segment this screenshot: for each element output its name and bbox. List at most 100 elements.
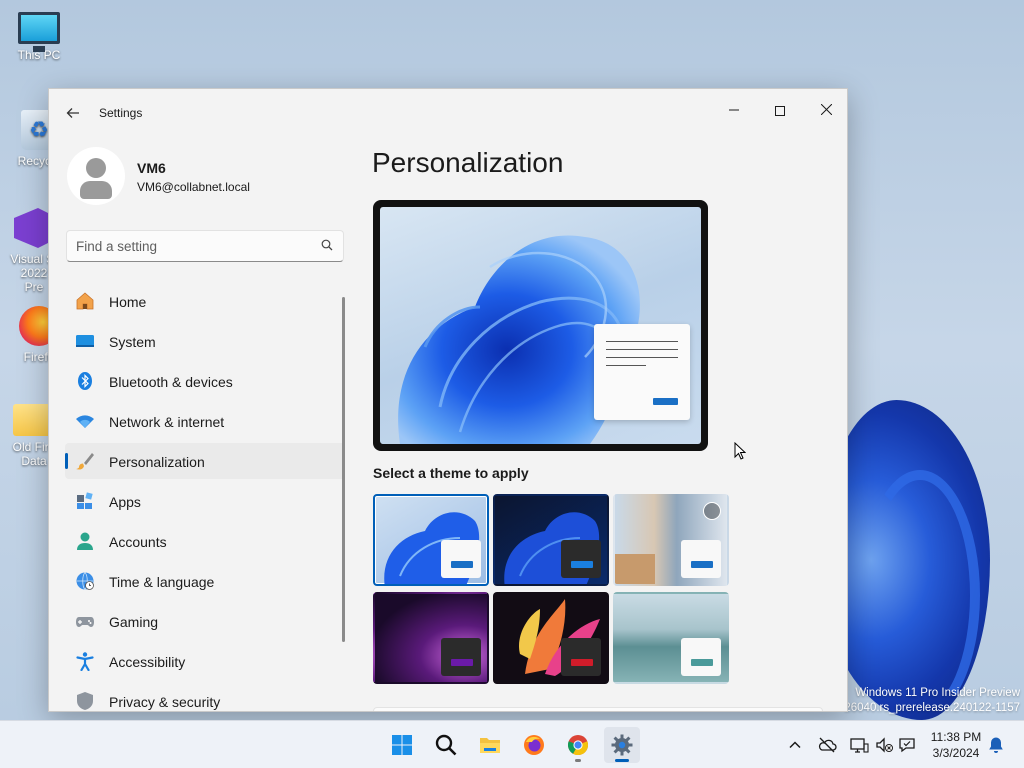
sidebar-item-privacy-security[interactable]: Privacy & security (65, 683, 345, 711)
theme-accent-bar (571, 659, 593, 666)
settings-window: Settings VM6 VM6@collabnet.local Find a … (48, 88, 848, 712)
sidebar-item-gaming[interactable]: Gaming (65, 603, 345, 639)
theme-tile-captured-motion[interactable] (493, 592, 609, 684)
theme-accent-bar (451, 659, 473, 666)
back-button[interactable] (61, 101, 85, 125)
bluetooth-icon (78, 372, 92, 390)
sidebar-nav: Home System Bluetooth & devices Network … (65, 283, 345, 711)
back-arrow-icon (66, 108, 79, 118)
home-icon (76, 292, 94, 310)
watermark-edition: Windows 11 Pro Insider Preview (855, 687, 1020, 699)
theme-tile-flow[interactable] (613, 592, 729, 684)
this-pc-icon (18, 12, 60, 52)
title-bar[interactable]: Settings (49, 89, 847, 137)
theme-sample-window (561, 638, 601, 676)
sidebar-item-home[interactable]: Home (65, 283, 345, 319)
maximize-button[interactable] (757, 95, 803, 125)
minimize-icon (729, 109, 739, 111)
sidebar-item-apps[interactable]: Apps (65, 483, 345, 519)
os-build-watermark: Windows 11 Pro Insider Preview 26040.rs_… (844, 686, 1020, 716)
chevron-up-icon[interactable] (785, 735, 805, 755)
taskbar-file-explorer[interactable] (472, 727, 508, 763)
sidebar-item-label: Privacy & security (109, 694, 221, 710)
sidebar-item-label: System (109, 334, 156, 350)
theme-preview (373, 200, 708, 451)
chat-icon[interactable] (897, 735, 917, 755)
watermark-build: 26040.rs_prerelease.240122-1157 (844, 702, 1020, 714)
page-title: Personalization (372, 147, 564, 178)
globe-clock-icon (76, 572, 94, 590)
theme-section-label: Select a theme to apply (373, 465, 529, 481)
avatar-body (80, 181, 112, 199)
sidebar-item-label: Accounts (109, 534, 167, 550)
preview-wallpaper (380, 207, 701, 444)
theme-tile-windows-dark[interactable] (493, 494, 609, 586)
theme-accent-bar (451, 561, 473, 568)
taskbar-search-button[interactable] (428, 727, 464, 763)
volume-muted-icon[interactable] (874, 735, 894, 755)
taskbar-firefox[interactable] (516, 727, 552, 763)
user-avatar[interactable] (67, 147, 125, 205)
taskbar-settings[interactable] (604, 727, 640, 763)
network-icon[interactable] (849, 735, 869, 755)
bell-icon[interactable] (986, 735, 1006, 755)
theme-accent-bar (691, 561, 713, 568)
onedrive-offline-icon[interactable] (817, 735, 837, 755)
sidebar-item-system[interactable]: System (65, 323, 345, 359)
sidebar-item-label: Home (109, 294, 147, 310)
theme-tile-glow[interactable] (373, 592, 489, 684)
preview-line (606, 341, 678, 342)
settings-card[interactable] (373, 707, 823, 711)
taskbar-clock[interactable]: 11:38 PM 3/3/2024 (926, 729, 986, 761)
sidebar-item-bluetooth[interactable]: Bluetooth & devices (65, 363, 345, 399)
minimize-button[interactable] (711, 95, 757, 125)
theme-accent-bar (571, 561, 593, 568)
theme-sample-window (441, 540, 481, 578)
taskbar-start-button[interactable] (384, 727, 420, 763)
wifi-icon (76, 415, 94, 428)
spotlight-badge-icon (703, 502, 721, 520)
folder-icon (480, 738, 500, 753)
preview-accent-button (653, 398, 678, 405)
theme-tile-windows-light[interactable] (373, 494, 489, 586)
theme-thumbnail-shore (615, 554, 655, 584)
sidebar-item-label: Apps (109, 494, 141, 510)
theme-sample-window (441, 638, 481, 676)
wallpaper-bloom-petal (860, 470, 980, 720)
user-name: VM6 (137, 160, 166, 176)
mouse-cursor-icon (734, 442, 746, 460)
search-input[interactable] (76, 237, 306, 255)
sidebar-item-accounts[interactable]: Accounts (65, 523, 345, 559)
taskbar-chrome[interactable] (560, 727, 596, 763)
theme-sample-window (681, 540, 721, 578)
paintbrush-icon (76, 453, 94, 470)
firefox-icon (524, 735, 544, 755)
sidebar-scrollbar[interactable] (342, 297, 345, 642)
chrome-icon (567, 735, 589, 756)
sidebar-item-personalization[interactable]: Personalization (65, 443, 345, 479)
system-icon (76, 335, 94, 347)
theme-tile-spotlight[interactable] (613, 494, 729, 586)
close-button[interactable] (803, 95, 847, 125)
settings-search[interactable] (66, 230, 344, 262)
desktop-icon-this-pc[interactable]: This PC (7, 12, 71, 62)
theme-accent-bar (691, 659, 713, 666)
theme-sample-window (681, 638, 721, 676)
sidebar-item-network[interactable]: Network & internet (65, 403, 345, 439)
sidebar-item-label: Gaming (109, 614, 159, 630)
search-icon[interactable] (321, 239, 333, 251)
window-title: Settings (99, 106, 143, 120)
sidebar-item-label: Network & internet (109, 414, 225, 430)
gear-icon (611, 734, 633, 756)
preview-line (606, 357, 678, 358)
theme-sample-window (561, 540, 601, 578)
preview-sample-window (594, 324, 690, 420)
sidebar-item-label: Time & language (109, 574, 215, 590)
sidebar-item-accessibility[interactable]: Accessibility (65, 643, 345, 679)
avatar-head (86, 158, 106, 178)
user-email: VM6@collabnet.local (137, 180, 250, 194)
sidebar-item-time-language[interactable]: Time & language (65, 563, 345, 599)
sidebar-item-label: Bluetooth & devices (109, 374, 233, 390)
taskbar: 11:38 PM 3/3/2024 (0, 720, 1024, 768)
active-indicator (615, 759, 629, 762)
